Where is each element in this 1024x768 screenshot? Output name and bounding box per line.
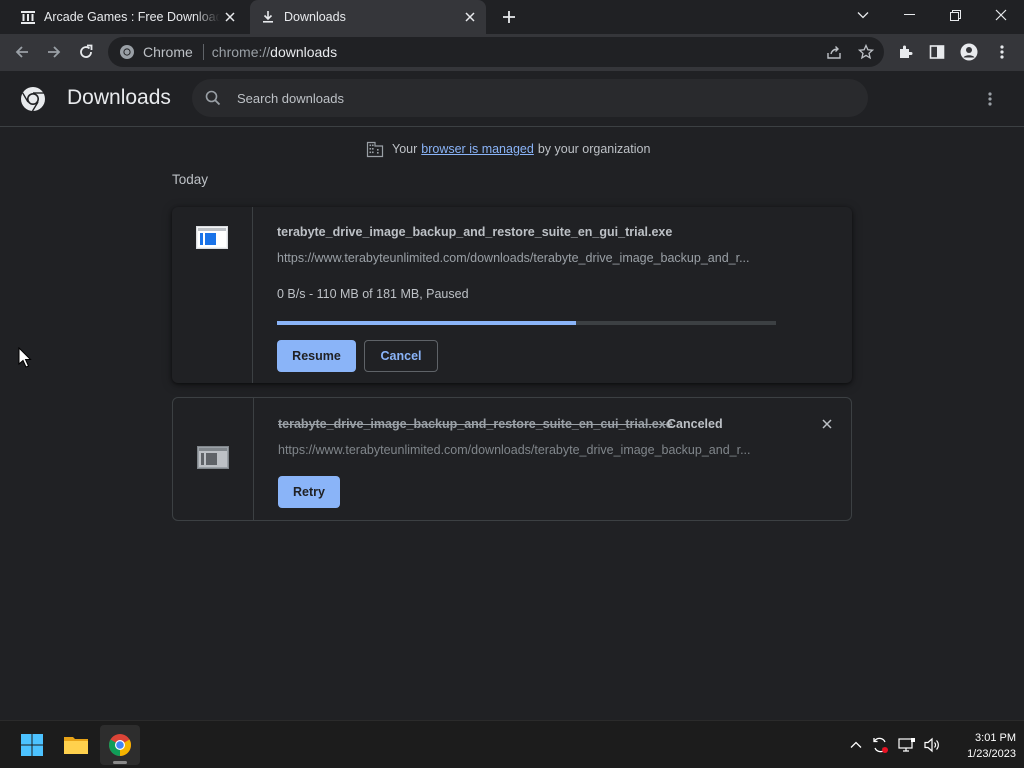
- download-item: terabyte_drive_image_backup_and_restore_…: [172, 397, 852, 521]
- search-downloads-input[interactable]: Search downloads: [192, 79, 868, 117]
- active-app-indicator: [113, 761, 127, 764]
- mouse-cursor-icon: [18, 346, 32, 369]
- show-hidden-icons-chevron-icon[interactable]: [845, 733, 867, 757]
- tab-downloads[interactable]: Downloads: [250, 0, 486, 34]
- tab-title: Downloads: [284, 10, 346, 24]
- network-icon[interactable]: [896, 733, 918, 757]
- card-divider: [252, 207, 253, 383]
- url-scheme: chrome://: [211, 44, 271, 60]
- tab-arcade-games[interactable]: Arcade Games : Free Download, Borrow and…: [8, 0, 246, 34]
- browser-toolbar: Chrome chrome://downloads: [0, 34, 1024, 71]
- windows-taskbar: 3:01 PM 1/23/2023: [0, 720, 1024, 768]
- site-chip[interactable]: Chrome: [119, 44, 193, 60]
- downloads-header: Downloads Search downloads: [0, 71, 1024, 127]
- site-label: Chrome: [143, 44, 193, 60]
- retry-button[interactable]: Retry: [278, 476, 340, 508]
- download-item: terabyte_drive_image_backup_and_restore_…: [172, 207, 852, 383]
- download-filename-link[interactable]: terabyte_drive_image_backup_and_restore_…: [277, 225, 672, 239]
- building-icon: [366, 140, 384, 158]
- remove-from-list-icon[interactable]: [817, 414, 837, 434]
- download-progress-fill: [277, 321, 577, 325]
- close-tab-icon[interactable]: [460, 7, 480, 27]
- close-tab-icon[interactable]: [220, 7, 240, 27]
- tab-title: Arcade Games : Free Download, Borrow and…: [44, 10, 220, 24]
- download-state-label: Canceled: [667, 417, 723, 431]
- chrome-icon: [119, 44, 135, 60]
- chrome-taskbar-icon[interactable]: [100, 725, 140, 765]
- download-source-url[interactable]: https://www.terabyteunlimited.com/downlo…: [277, 251, 777, 265]
- download-progress-bar: [277, 321, 776, 325]
- clock-date: 1/23/2023: [967, 748, 1016, 760]
- clock-time: 3:01 PM: [975, 732, 1016, 744]
- download-status: 0 B/s - 110 MB of 181 MB, Paused: [277, 287, 469, 301]
- share-icon[interactable]: [820, 38, 848, 66]
- browser-menu-icon[interactable]: [988, 38, 1016, 66]
- resume-button[interactable]: Resume: [277, 340, 356, 372]
- chrome-logo-icon: [20, 86, 46, 112]
- browser-window: Arcade Games : Free Download, Borrow and…: [0, 0, 1024, 768]
- archive-icon: [20, 9, 36, 25]
- download-source-url[interactable]: https://www.terabyteunlimited.com/downlo…: [278, 443, 778, 457]
- windows-start-icon[interactable]: [12, 725, 52, 765]
- tab-search-chevron-icon[interactable]: [843, 0, 883, 30]
- exe-file-icon: [197, 446, 229, 472]
- tab-strip: Arcade Games : Free Download, Borrow and…: [0, 0, 1024, 34]
- date-section-label: Today: [172, 172, 209, 187]
- managed-suffix: by your organization: [537, 142, 651, 156]
- profile-icon[interactable]: [955, 38, 983, 66]
- system-clock[interactable]: 3:01 PM 1/23/2023: [944, 730, 1016, 762]
- search-icon: [204, 89, 222, 107]
- restore-icon[interactable]: [935, 0, 975, 30]
- url-text[interactable]: chrome://downloads: [212, 44, 337, 60]
- volume-icon[interactable]: [921, 733, 943, 757]
- file-explorer-icon[interactable]: [56, 725, 96, 765]
- managed-notice: Your browser is managed by your organiza…: [366, 140, 650, 158]
- exe-file-icon: [196, 226, 228, 252]
- forward-icon[interactable]: [40, 38, 68, 66]
- minimize-icon[interactable]: [889, 0, 929, 30]
- url-host: downloads: [270, 44, 338, 60]
- page-title: Downloads: [67, 86, 171, 109]
- reload-icon[interactable]: [72, 38, 100, 66]
- close-window-icon[interactable]: [981, 0, 1021, 30]
- extensions-icon[interactable]: [892, 38, 920, 66]
- back-icon[interactable]: [8, 38, 36, 66]
- side-panel-icon[interactable]: [923, 38, 951, 66]
- omnibox-separator: [202, 44, 204, 60]
- managed-prefix: Your: [392, 142, 418, 156]
- new-tab-button[interactable]: [498, 6, 520, 28]
- bookmark-star-icon[interactable]: [852, 38, 880, 66]
- download-icon: [260, 9, 276, 25]
- more-actions-icon[interactable]: [978, 87, 1002, 111]
- sync-status-icon[interactable]: [869, 733, 891, 757]
- cancel-button[interactable]: Cancel: [364, 340, 438, 372]
- search-placeholder: Search downloads: [237, 90, 344, 106]
- card-divider: [253, 398, 254, 520]
- browser-managed-link[interactable]: browser is managed: [421, 142, 534, 156]
- address-bar[interactable]: Chrome chrome://downloads: [108, 37, 884, 67]
- download-filename: terabyte_drive_image_backup_and_restore_…: [278, 417, 673, 431]
